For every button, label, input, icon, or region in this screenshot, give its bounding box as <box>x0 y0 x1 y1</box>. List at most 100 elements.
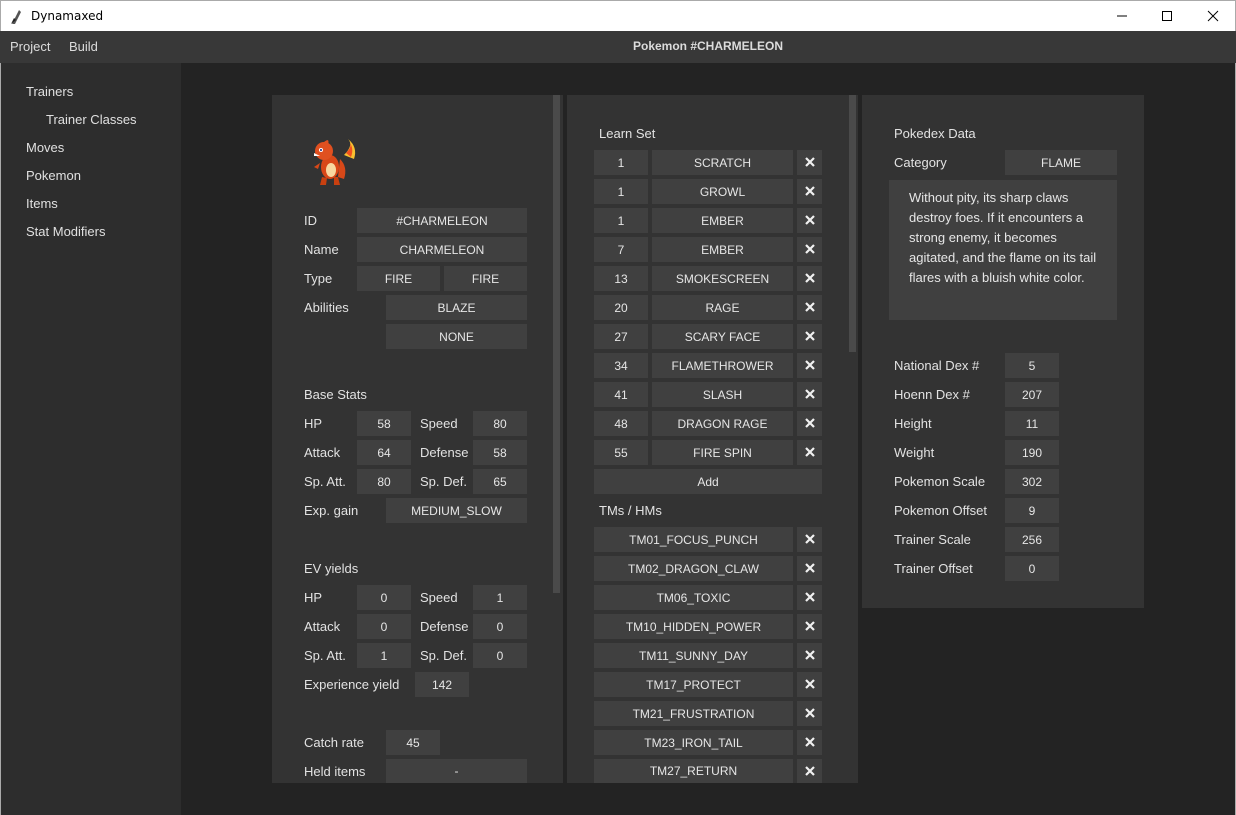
hoenn-dex-field[interactable]: 207 <box>1005 382 1059 407</box>
base-speed-field[interactable]: 80 <box>473 411 527 436</box>
ev-spatt-field[interactable]: 1 <box>357 643 411 668</box>
tm-field[interactable]: TM27_RETURN <box>594 759 793 783</box>
remove-move-button[interactable] <box>797 353 822 378</box>
catch-rate-field[interactable]: 45 <box>386 730 440 755</box>
move-name-field[interactable]: EMBER <box>652 208 793 233</box>
remove-tm-button[interactable] <box>797 672 822 697</box>
menubar: Project Build Pokemon #CHARMELEON <box>0 31 1236 63</box>
move-name-field[interactable]: SLASH <box>652 382 793 407</box>
move-name-field[interactable]: EMBER <box>652 237 793 262</box>
ev-speed-field[interactable]: 1 <box>473 585 527 610</box>
ev-defense-field[interactable]: 0 <box>473 614 527 639</box>
move-name-field[interactable]: FIRE SPIN <box>652 440 793 465</box>
base-defense-field[interactable]: 58 <box>473 440 527 465</box>
move-name-field[interactable]: DRAGON RAGE <box>652 411 793 436</box>
remove-tm-button[interactable] <box>797 759 822 783</box>
name-field[interactable]: CHARMELEON <box>357 237 527 262</box>
tm-field[interactable]: TM11_SUNNY_DAY <box>594 643 793 668</box>
sidebar-item-moves[interactable]: Moves <box>26 140 64 155</box>
remove-move-button[interactable] <box>797 382 822 407</box>
pokemon-scale-field[interactable]: 302 <box>1005 469 1059 494</box>
pokemon-offset-field[interactable]: 9 <box>1005 498 1059 523</box>
sidebar-item-trainers[interactable]: Trainers <box>26 84 73 99</box>
id-field[interactable]: #CHARMELEON <box>357 208 527 233</box>
add-move-button[interactable]: Add <box>594 469 822 494</box>
sidebar-item-pokemon[interactable]: Pokemon <box>26 168 81 183</box>
base-spatt-field[interactable]: 80 <box>357 469 411 494</box>
base-attack-field[interactable]: 64 <box>357 440 411 465</box>
maximize-button[interactable] <box>1144 1 1190 31</box>
remove-tm-button[interactable] <box>797 556 822 581</box>
minimize-button[interactable] <box>1099 1 1145 31</box>
move-name-field[interactable]: SMOKESCREEN <box>652 266 793 291</box>
remove-move-button[interactable] <box>797 411 822 436</box>
tm-field[interactable]: TM02_DRAGON_CLAW <box>594 556 793 581</box>
remove-tm-button[interactable] <box>797 643 822 668</box>
held-item-field[interactable]: - <box>386 759 527 783</box>
move-level-field[interactable]: 20 <box>594 295 648 320</box>
tm-field[interactable]: TM06_TOXIC <box>594 585 793 610</box>
ev-spdef-field[interactable]: 0 <box>473 643 527 668</box>
sidebar-item-trainer-classes[interactable]: Trainer Classes <box>46 112 137 127</box>
ability2-field[interactable]: NONE <box>386 324 527 349</box>
close-window-button[interactable] <box>1190 1 1236 31</box>
remove-tm-button[interactable] <box>797 527 822 552</box>
remove-move-button[interactable] <box>797 208 822 233</box>
exp-yield-field[interactable]: 142 <box>415 672 469 697</box>
remove-move-button[interactable] <box>797 150 822 175</box>
remove-move-button[interactable] <box>797 295 822 320</box>
national-dex-field[interactable]: 5 <box>1005 353 1059 378</box>
move-name-field[interactable]: GROWL <box>652 179 793 204</box>
remove-move-button[interactable] <box>797 324 822 349</box>
remove-tm-button[interactable] <box>797 730 822 755</box>
tm-field[interactable]: TM17_PROTECT <box>594 672 793 697</box>
move-name-field[interactable]: SCARY FACE <box>652 324 793 349</box>
base-spdef-field[interactable]: 65 <box>473 469 527 494</box>
move-level-field[interactable]: 7 <box>594 237 648 262</box>
learnset-scrollbar[interactable] <box>849 95 856 352</box>
ev-attack-field[interactable]: 0 <box>357 614 411 639</box>
exp-gain-field[interactable]: MEDIUM_SLOW <box>386 498 527 523</box>
close-x-icon <box>804 329 815 344</box>
type2-field[interactable]: FIRE <box>444 266 527 291</box>
ev-yields-heading: EV yields <box>304 561 359 576</box>
trainer-scale-field[interactable]: 256 <box>1005 527 1059 552</box>
stats-scrollbar[interactable] <box>553 95 560 593</box>
base-attack-label: Attack <box>304 445 341 460</box>
remove-tm-button[interactable] <box>797 614 822 639</box>
pokedex-description[interactable]: Without pity, its sharp claws destroy fo… <box>889 180 1117 320</box>
remove-tm-button[interactable] <box>797 585 822 610</box>
sidebar-item-stat-modifiers[interactable]: Stat Modifiers <box>26 224 105 239</box>
tm-field[interactable]: TM23_IRON_TAIL <box>594 730 793 755</box>
tm-field[interactable]: TM10_HIDDEN_POWER <box>594 614 793 639</box>
remove-move-button[interactable] <box>797 440 822 465</box>
tm-field[interactable]: TM01_FOCUS_PUNCH <box>594 527 793 552</box>
move-level-field[interactable]: 34 <box>594 353 648 378</box>
height-field[interactable]: 11 <box>1005 411 1059 436</box>
move-level-field[interactable]: 1 <box>594 208 648 233</box>
move-level-field[interactable]: 1 <box>594 150 648 175</box>
name-label: Name <box>304 242 339 257</box>
remove-tm-button[interactable] <box>797 701 822 726</box>
weight-field[interactable]: 190 <box>1005 440 1059 465</box>
category-field[interactable]: FLAME <box>1005 150 1117 175</box>
move-level-field[interactable]: 1 <box>594 179 648 204</box>
move-name-field[interactable]: FLAMETHROWER <box>652 353 793 378</box>
remove-move-button[interactable] <box>797 179 822 204</box>
remove-move-button[interactable] <box>797 266 822 291</box>
move-level-field[interactable]: 55 <box>594 440 648 465</box>
ability1-field[interactable]: BLAZE <box>386 295 527 320</box>
remove-move-button[interactable] <box>797 237 822 262</box>
trainer-offset-field[interactable]: 0 <box>1005 556 1059 581</box>
move-name-field[interactable]: RAGE <box>652 295 793 320</box>
ev-hp-field[interactable]: 0 <box>357 585 411 610</box>
move-level-field[interactable]: 27 <box>594 324 648 349</box>
move-name-field[interactable]: SCRATCH <box>652 150 793 175</box>
base-hp-field[interactable]: 58 <box>357 411 411 436</box>
tm-field[interactable]: TM21_FRUSTRATION <box>594 701 793 726</box>
move-level-field[interactable]: 41 <box>594 382 648 407</box>
move-level-field[interactable]: 13 <box>594 266 648 291</box>
move-level-field[interactable]: 48 <box>594 411 648 436</box>
type1-field[interactable]: FIRE <box>357 266 440 291</box>
sidebar-item-items[interactable]: Items <box>26 196 58 211</box>
